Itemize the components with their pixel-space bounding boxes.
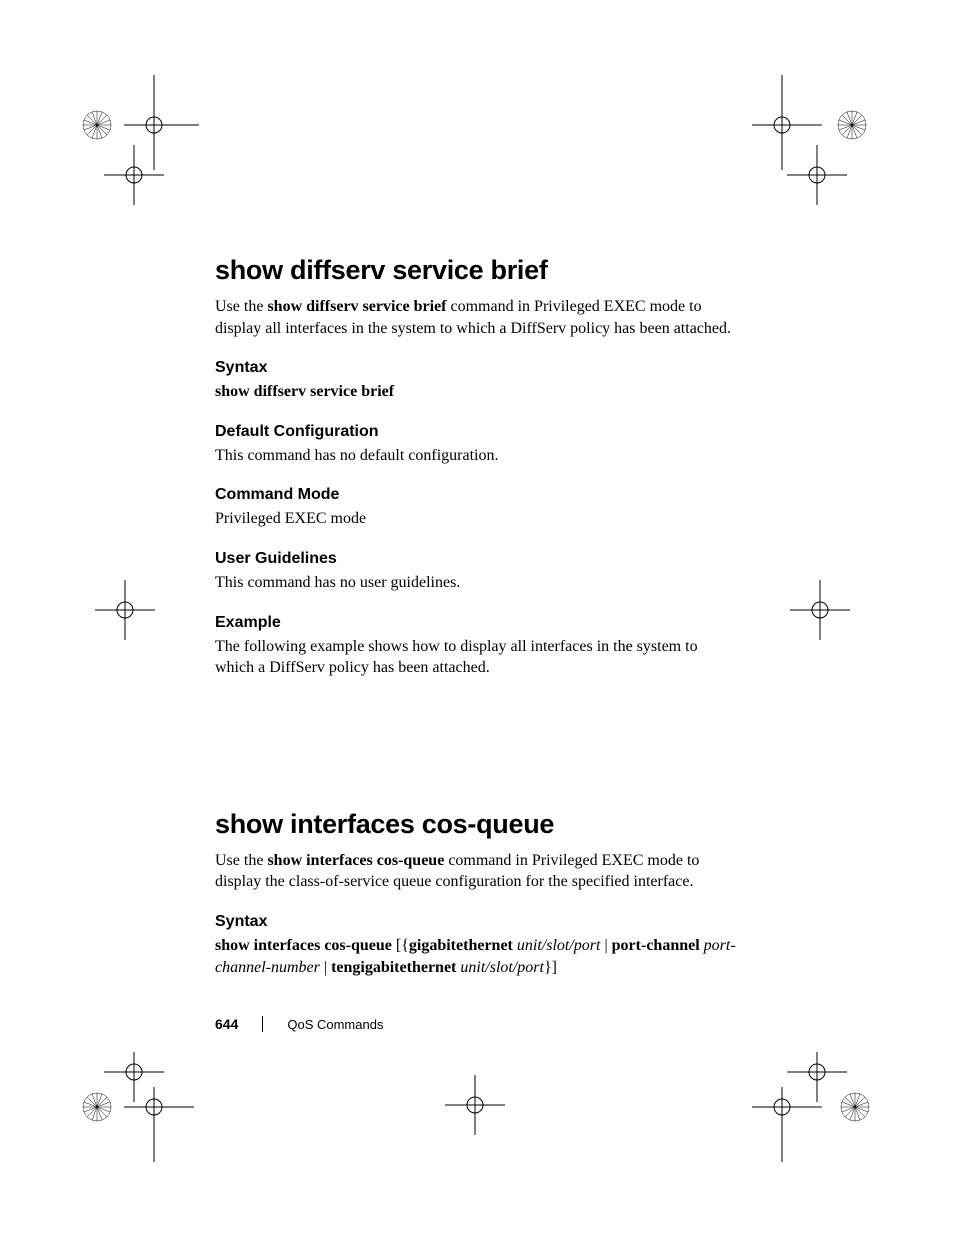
- page: show diffserv service brief Use the show…: [0, 0, 954, 1235]
- intro-paragraph: Use the show diffserv service brief comm…: [215, 296, 740, 339]
- content-area: show diffserv service brief Use the show…: [215, 255, 740, 984]
- crop-mark-center-bottom: [420, 1060, 540, 1180]
- syn-t2: |: [600, 937, 611, 954]
- crop-mark-bottom-left: [64, 1052, 184, 1172]
- syn-b3: port-channel: [612, 937, 700, 954]
- crop-mark-mid-left: [70, 560, 190, 680]
- heading-show-diffserv-service-brief: show diffserv service brief: [215, 255, 740, 286]
- command-mode-heading: Command Mode: [215, 486, 740, 504]
- syn-t3: |: [320, 959, 331, 976]
- syn-i1: unit/slot/port: [517, 937, 601, 954]
- syntax-line: show diffserv service brief: [215, 381, 740, 403]
- syn-b2: gigabitethernet: [409, 937, 513, 954]
- footer-divider: [262, 1016, 263, 1032]
- syntax-line-2: show interfaces cos-queue [{gigabitether…: [215, 935, 740, 978]
- crop-mark-top-right: [752, 75, 872, 195]
- crop-mark-top-left: [64, 75, 184, 195]
- user-guidelines-heading: User Guidelines: [215, 550, 740, 568]
- command-mode-text: Privileged EXEC mode: [215, 508, 740, 530]
- intro-command-name: show diffserv service brief: [267, 298, 446, 315]
- user-guidelines-text: This command has no user guidelines.: [215, 572, 740, 594]
- syn-b1: show interfaces cos-queue: [215, 937, 392, 954]
- syntax-heading-2: Syntax: [215, 913, 740, 931]
- intro-text-pre: Use the: [215, 298, 267, 315]
- page-footer: 644 QoS Commands: [215, 1016, 383, 1032]
- syntax-heading: Syntax: [215, 359, 740, 377]
- intro-paragraph-2: Use the show interfaces cos-queue comman…: [215, 850, 740, 893]
- intro2-command-name: show interfaces cos-queue: [267, 852, 444, 869]
- crop-mark-bottom-right: [752, 1052, 872, 1172]
- chapter-title: QoS Commands: [287, 1017, 383, 1032]
- syn-t4: }]: [544, 959, 557, 976]
- intro2-text-pre: Use the: [215, 852, 267, 869]
- example-heading: Example: [215, 614, 740, 632]
- syn-b4: tengigabitethernet: [331, 959, 456, 976]
- crop-mark-mid-right: [780, 560, 900, 680]
- syn-t1: [{: [392, 937, 409, 954]
- default-configuration-heading: Default Configuration: [215, 423, 740, 441]
- section-show-interfaces-cos-queue: show interfaces cos-queue Use the show i…: [215, 809, 740, 978]
- example-text: The following example shows how to displ…: [215, 636, 740, 679]
- heading-show-interfaces-cos-queue: show interfaces cos-queue: [215, 809, 740, 840]
- syn-i3: unit/slot/port: [460, 959, 544, 976]
- default-configuration-text: This command has no default configuratio…: [215, 445, 740, 467]
- page-number: 644: [215, 1016, 238, 1032]
